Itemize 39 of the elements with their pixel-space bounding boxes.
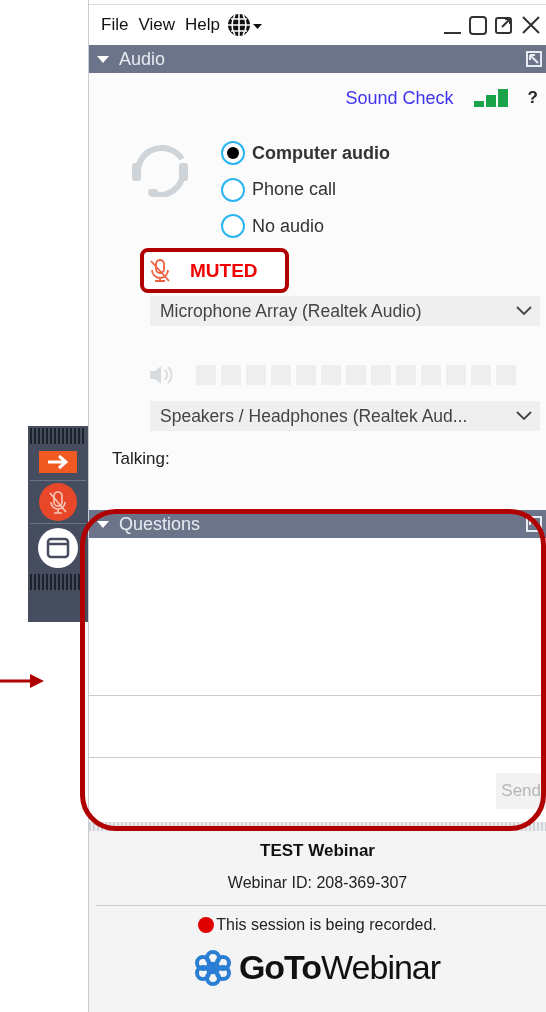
chevron-down-icon (516, 306, 532, 316)
caret-icon (97, 519, 109, 529)
undock-icon[interactable] (526, 51, 542, 67)
talking-label: Talking: (112, 449, 171, 469)
globe-icon[interactable] (225, 12, 262, 38)
sound-check-link[interactable]: Sound Check (345, 87, 454, 109)
device-dropdown[interactable]: Microphone Array (Realtek Audio) (150, 296, 540, 326)
recording-notice: This session is being recorded. (216, 916, 437, 934)
arrow-button-icon[interactable] (39, 451, 77, 473)
caret-icon (97, 54, 109, 64)
radio-option[interactable]: Computer audio (220, 135, 390, 172)
webinar-title: TEST Webinar (260, 841, 375, 861)
splitter-handle[interactable] (89, 822, 546, 831)
muted-microphone-icon (148, 257, 172, 284)
section-title: Questions (119, 513, 202, 535)
grip-handle[interactable] (30, 428, 86, 444)
window-icon[interactable] (38, 528, 78, 568)
logo-wordmark: GoToWebinar (238, 948, 441, 987)
logo-icon (194, 948, 231, 987)
radio-button-icon[interactable] (220, 213, 246, 240)
help-button[interactable]: ? (527, 88, 538, 108)
radio-option[interactable]: Phone call (220, 171, 390, 208)
radio-option[interactable]: No audio (220, 208, 390, 245)
pop-out-icon[interactable] (494, 14, 514, 36)
device-dropdown[interactable]: Speakers / Headphones (Realtek Aud... (150, 401, 540, 431)
chevron-down-icon (516, 411, 532, 421)
close-icon[interactable] (520, 14, 542, 36)
radio-button-icon[interactable] (220, 176, 246, 203)
signal-bars-icon (473, 89, 508, 107)
webinar-id: Webinar ID: 208-369-307 (227, 874, 408, 892)
section-header[interactable]: Audio (89, 45, 546, 73)
muted-indicator: MUTED (140, 248, 289, 293)
undock-icon[interactable] (526, 516, 542, 532)
arrow (0, 672, 46, 690)
muted-microphone-icon[interactable] (39, 483, 77, 521)
maximize-icon[interactable] (468, 14, 488, 36)
section-title: Audio (119, 48, 167, 70)
recording-dot-icon (198, 917, 215, 933)
radio-button-icon[interactable] (220, 140, 246, 167)
